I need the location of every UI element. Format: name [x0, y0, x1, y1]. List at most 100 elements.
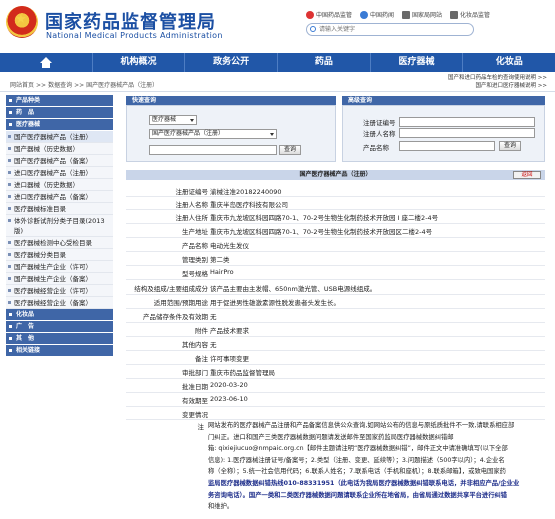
field-label: 变更情况	[182, 411, 208, 419]
database-select[interactable]: 国产医疗器械产品（注册）	[149, 129, 277, 139]
notice-links: 国产和进口药品车检的查询使用说明 >> 国产和进口医疗器械说明 >>	[448, 74, 547, 90]
site-subtitle: National Medical Products Administration	[46, 31, 223, 40]
row-divider	[126, 294, 545, 295]
field-value: 重庆市药品监督管理局	[210, 369, 275, 377]
field-label: 注册人名称	[175, 201, 209, 209]
registrant-input[interactable]	[399, 128, 535, 138]
national-emblem-logo: ★	[6, 6, 38, 38]
nav-home[interactable]	[0, 53, 93, 72]
field-label: 注册证编号	[175, 188, 209, 196]
product-name-input[interactable]	[399, 141, 495, 151]
note-line: 箱: qixiejiucuo@nmpaic.org.cn【邮件主题请注明“医疗器…	[208, 445, 508, 453]
row-divider	[126, 209, 545, 210]
sidebar-head-drugs[interactable]: 药 品	[6, 107, 113, 118]
note-line: 和维护。	[208, 503, 234, 511]
quick-search-input[interactable]	[149, 145, 277, 155]
row-divider	[126, 251, 545, 252]
site-search	[306, 23, 474, 36]
note-label: 注	[197, 423, 205, 431]
top-link[interactable]: 中国药闻	[360, 10, 394, 19]
row-divider	[126, 308, 545, 309]
top-link[interactable]: 化妆品监管	[450, 10, 490, 19]
field-label: 附件	[195, 327, 208, 335]
field-label: 备注	[195, 355, 208, 363]
field-value: 电动光生发仪	[210, 242, 249, 250]
sidebar-item-domestic-history[interactable]: 国产器械（历史数据）	[6, 143, 113, 155]
sidebar-item-import-registered[interactable]: 进口医疗器械产品（注册）	[6, 167, 113, 179]
field-label: 型号规格	[182, 270, 208, 278]
breadcrumb-current: 国产医疗器械产品（注册）	[86, 82, 159, 89]
weibo-icon	[306, 10, 314, 19]
field-label: 注册人住所	[175, 214, 209, 222]
sidebar-item-distributor-filed[interactable]: 医疗器械经营企业（备案）	[6, 297, 113, 309]
field-value: 2020-03-20	[210, 381, 248, 389]
sidebar: 产品种类 药 品 医疗器械 国产医疗器械产品（注册） 国产器械（历史数据） 国产…	[6, 95, 113, 357]
nav-item-cosmetics[interactable]: 化妆品	[463, 53, 555, 72]
cosmetics-icon	[450, 10, 459, 19]
field-label: 产品名称	[182, 242, 208, 250]
note-line: 门纠正。进口和国产三类医疗器械数据问题请发送邮件至国家药监局医疗器械数据纠错邮	[208, 433, 454, 441]
sidebar-item-distributor-license[interactable]: 医疗器械经营企业（许可）	[6, 285, 113, 297]
field-value: 渝械注准20182240090	[210, 188, 282, 196]
sidebar-head-ads[interactable]: 广 告	[6, 321, 113, 332]
divider	[0, 91, 555, 92]
sidebar-head-devices[interactable]: 医疗器械	[6, 119, 113, 130]
row-divider	[126, 392, 545, 393]
back-button[interactable]: 返回	[513, 171, 541, 179]
field-value: HairPro	[210, 268, 234, 276]
sidebar-item-ivd-catalog[interactable]: 体外诊断试剂分类子目录(2013版)	[6, 215, 113, 237]
top-links: 中国药品监管 中国药闻 国家局网站 化妆品监管	[306, 10, 490, 19]
top-link[interactable]: 中国药品监管	[306, 10, 352, 19]
nav-item-institution[interactable]: 机构概况	[93, 53, 186, 72]
row-divider	[126, 279, 545, 280]
category-select[interactable]: 医疗器械	[149, 115, 197, 125]
field-value: 用于促进男性雄激素源性脱发患者头发生长。	[210, 299, 340, 307]
sidebar-head-other[interactable]: 其 他	[6, 333, 113, 344]
sidebar-item-manufacturer-filed[interactable]: 国产器械生产企业（备案）	[6, 273, 113, 285]
site-icon	[402, 10, 411, 19]
breadcrumb-home[interactable]: 网站首页	[10, 82, 34, 89]
site-header: ★ 国家药品监督管理局 National Medical Products Ad…	[0, 0, 555, 48]
sidebar-item-import-history[interactable]: 进口器械（历史数据）	[6, 179, 113, 191]
sidebar-item-import-filed[interactable]: 进口医疗器械产品（备案）	[6, 191, 113, 203]
field-value: 无	[210, 313, 217, 321]
sidebar-item-standards[interactable]: 医疗器械标准目录	[6, 203, 113, 215]
sidebar-head-links[interactable]: 相关链接	[6, 345, 113, 356]
note-line: 网站发布的医疗器械产品注册和产品备案信息供公众查询,如网站公布的信息与原纸质批件…	[208, 422, 515, 429]
breadcrumb-data[interactable]: 数据查询	[48, 82, 72, 89]
field-value: 2023-06-10	[210, 395, 248, 403]
quick-search-button[interactable]: 查询	[279, 145, 301, 155]
notice-link[interactable]: 国产和进口医疗器械说明 >>	[448, 82, 547, 90]
row-divider	[126, 322, 545, 323]
field-value: 重庆半岛医疗科技有限公司	[210, 201, 288, 209]
sidebar-item-domestic-filed[interactable]: 国产医疗器械产品（备案）	[6, 155, 113, 167]
advanced-search-panel: 注册证编号 注册人名称 产品名称 查询	[342, 105, 545, 162]
field-value: 重庆市九龙坡区科园四路70-1、70-2号生物生化制药技术开放园 I 座二楼2-…	[210, 214, 439, 222]
field-label: 适用范围/预期用途	[153, 299, 208, 307]
top-link[interactable]: 国家局网站	[402, 10, 442, 19]
remark-note: 网站发布的医疗器械产品注册和产品备案信息供公众查询,如网站公布的信息与原纸质批件…	[208, 420, 548, 513]
nav-item-government-affairs[interactable]: 政务公开	[185, 53, 279, 72]
search-icon[interactable]	[310, 26, 316, 32]
field-value: 许可事项变更	[210, 355, 249, 363]
field-label: 结构及组成/主要组成成分	[134, 285, 208, 293]
main-nav: 机构概况 政务公开 药品 医疗器械 化妆品	[0, 53, 555, 72]
field-value: 重庆市九龙坡区科园四路70-1、70-2号生物生化制药技术开放园区二楼2-4号	[210, 228, 433, 236]
sidebar-item-manufacturer-license[interactable]: 国产器械生产企业（许可）	[6, 261, 113, 273]
reg-number-label: 注册证编号	[363, 119, 396, 127]
notice-link[interactable]: 国产和进口药品车检的查询使用说明 >>	[448, 74, 547, 82]
nav-item-medical-devices[interactable]: 医疗器械	[371, 53, 464, 72]
field-value: 无	[210, 341, 217, 349]
sidebar-item-domestic-registered[interactable]: 国产医疗器械产品（注册）	[6, 131, 113, 143]
row-divider	[126, 336, 545, 337]
nav-item-drugs[interactable]: 药品	[278, 53, 371, 72]
row-divider	[126, 350, 545, 351]
field-label: 生产地址	[182, 228, 208, 236]
sidebar-head-cosmetics[interactable]: 化妆品	[6, 309, 113, 320]
sidebar-item-test-centers[interactable]: 医疗器械检测中心受检目录	[6, 237, 113, 249]
advanced-search-title: 高级查询	[342, 96, 545, 105]
site-search-input[interactable]	[307, 24, 447, 35]
advanced-search-button[interactable]: 查询	[499, 141, 521, 151]
sidebar-item-classification[interactable]: 医疗器械分类目录	[6, 249, 113, 261]
reg-number-input[interactable]	[399, 117, 535, 127]
